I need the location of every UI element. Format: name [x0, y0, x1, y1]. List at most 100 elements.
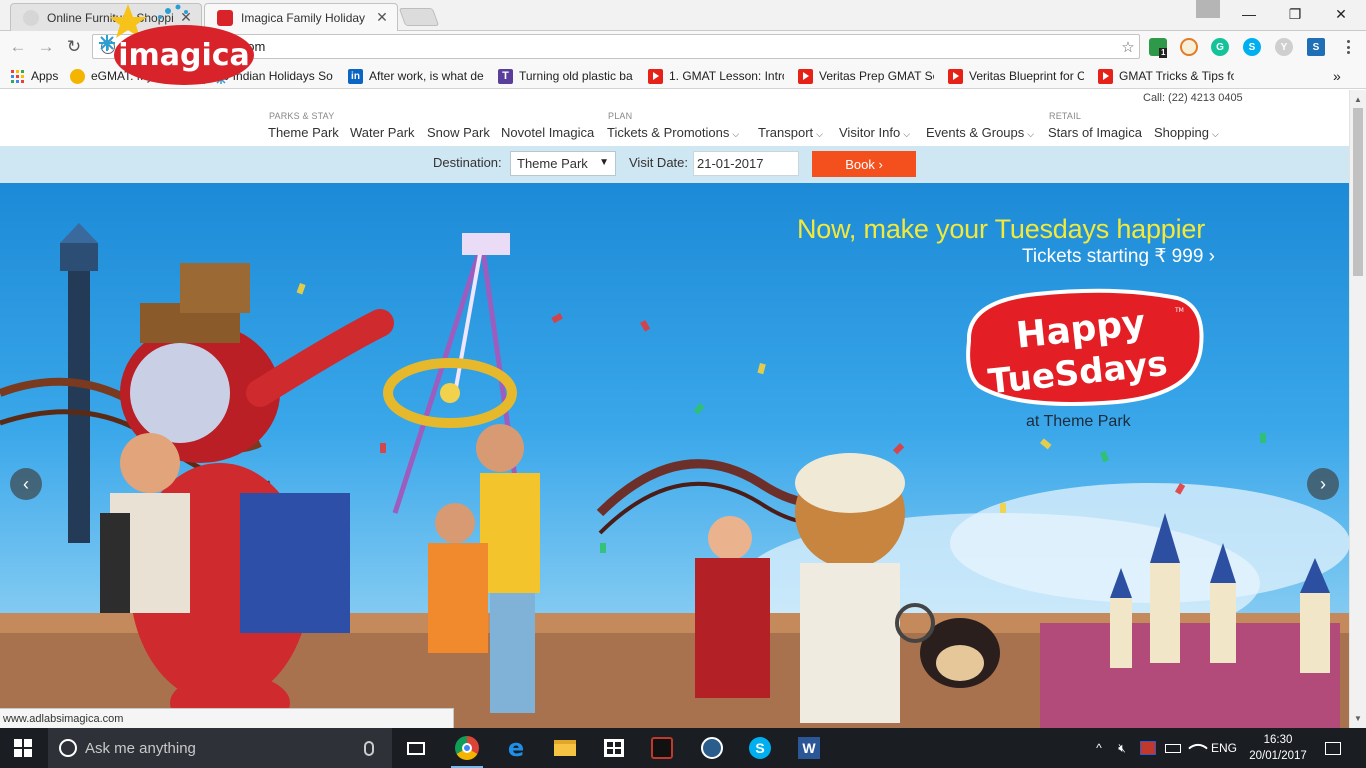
hero-location: at Theme Park — [1026, 413, 1131, 430]
minimize-icon[interactable]: — — [1226, 0, 1272, 28]
extension-leaf-icon[interactable]: 1 — [1149, 38, 1168, 58]
link-status-bubble: www.adlabsimagica.com — [0, 708, 454, 728]
egmat-icon — [70, 68, 85, 84]
bookmark-label: Apps — [31, 69, 59, 83]
apps-grid-icon — [11, 69, 24, 83]
bookmark-apps[interactable]: Apps — [11, 67, 58, 85]
edge-icon[interactable]: e — [492, 728, 540, 768]
bookmark-label: Turning old plastic ba — [519, 69, 633, 83]
nav-visitor-info[interactable]: Visitor Info ⌵ — [839, 125, 910, 140]
address-url[interactable]: www.adlabsimagica.com — [123, 39, 1117, 54]
chrome-icon[interactable] — [443, 728, 491, 768]
bookmark-gmat-tricks[interactable]: GMAT Tricks & Tips fo — [1098, 67, 1234, 85]
tickets-starting-link[interactable]: Tickets starting ₹ 999 › — [1022, 245, 1215, 268]
bookmark-label: Veritas Blueprint for C — [969, 69, 1084, 83]
carousel-prev-icon[interactable]: ‹ — [10, 468, 42, 500]
wifi-icon[interactable] — [1187, 728, 1209, 768]
nav-events-groups[interactable]: Events & Groups ⌵ — [926, 125, 1034, 140]
scroll-down-icon[interactable]: ▼ — [1350, 710, 1366, 726]
show-hidden-icons[interactable]: ^ — [1090, 728, 1108, 768]
visit-date-input[interactable]: 21-01-2017 — [693, 151, 799, 176]
nav-label: Events & Groups — [926, 125, 1025, 140]
bookmark-label: Veritas Prep GMAT Se — [819, 69, 934, 83]
nav-group-label-retail: RETAIL — [1049, 111, 1082, 121]
trademark-mark: TM — [1174, 307, 1184, 314]
user-profile-icon[interactable] — [1196, 0, 1220, 18]
chrome-menu-icon[interactable] — [1340, 38, 1356, 56]
extension-icon[interactable] — [1180, 38, 1198, 56]
grammarly-icon[interactable]: G — [1211, 38, 1229, 56]
destination-label: Destination: — [433, 155, 502, 170]
snowflake-icon — [99, 35, 115, 51]
nav-label: Visitor Info — [839, 125, 901, 140]
linkedin-icon: in — [348, 68, 363, 84]
carousel-next-icon[interactable]: › — [1307, 468, 1339, 500]
tray-app-icon[interactable] — [1137, 728, 1159, 768]
cortana-search-box[interactable]: Ask me anything — [48, 728, 392, 768]
file-explorer-icon[interactable] — [541, 728, 589, 768]
destination-select[interactable]: Theme Park ▼ — [510, 151, 616, 176]
visit-date-label: Visit Date: — [629, 155, 689, 170]
bookmark-gmat-lesson[interactable]: 1. GMAT Lesson: Intro — [648, 67, 784, 85]
nav-water-park[interactable]: Water Park — [350, 125, 415, 140]
task-view-icon[interactable] — [392, 728, 440, 768]
store-icon[interactable] — [590, 728, 638, 768]
nav-group-label-plan: PLAN — [608, 111, 633, 121]
bookmark-veritas-prep[interactable]: Veritas Prep GMAT Se — [798, 67, 934, 85]
bookmark-label: After work, is what de — [369, 69, 484, 83]
nav-label: Theme Park — [268, 125, 339, 140]
page-scrollbar[interactable]: ▲ ▼ — [1349, 90, 1366, 728]
logo-text: imagica — [118, 38, 250, 73]
extension-s-icon[interactable]: S — [1307, 38, 1325, 56]
nav-label: Novotel Imagica — [501, 125, 595, 140]
nav-shopping[interactable]: Shopping ⌵ — [1154, 125, 1219, 140]
nav-tickets-promotions[interactable]: Tickets & Promotions ⌵ — [607, 125, 739, 140]
imagica-logo[interactable]: imagica — [96, 3, 258, 89]
back-icon[interactable]: ← — [7, 36, 29, 58]
nav-novotel-imagica[interactable]: Novotel Imagica — [501, 125, 594, 140]
nav-label: Snow Park — [427, 125, 490, 140]
bookmark-after-work[interactable]: in After work, is what de — [348, 67, 484, 85]
bookmark-label: 1. GMAT Lesson: Intro — [669, 69, 784, 83]
youtube-icon — [1098, 68, 1113, 84]
close-tab-icon[interactable]: ✕ — [375, 9, 389, 26]
clock-time: 16:30 — [1263, 734, 1293, 746]
bookmarks-overflow-button[interactable]: » — [1333, 67, 1341, 85]
app-icon[interactable] — [638, 728, 686, 768]
nav-theme-park[interactable]: Theme Park — [268, 125, 339, 140]
call-number[interactable]: Call: (22) 4213 0405 — [1143, 92, 1243, 104]
nav-transport[interactable]: Transport ⌵ — [758, 125, 823, 140]
forward-icon[interactable]: → — [35, 36, 57, 58]
reload-icon[interactable]: ↻ — [63, 36, 85, 58]
skype-icon[interactable]: S — [736, 728, 784, 768]
microphone-icon[interactable] — [364, 740, 374, 756]
scrollbar-thumb[interactable] — [1353, 108, 1363, 276]
nav-snow-park[interactable]: Snow Park — [427, 125, 490, 140]
word-icon[interactable]: W — [785, 728, 833, 768]
chevron-down-icon: ⌵ — [816, 129, 823, 139]
chevron-down-icon: ⌵ — [732, 129, 740, 139]
happy-tuesdays-logo: Happy TueSdays TM — [966, 288, 1204, 406]
taskbar-clock[interactable]: 16:30 20/01/2017 — [1246, 732, 1310, 764]
close-window-icon[interactable]: ✕ — [1318, 0, 1364, 28]
book-button[interactable]: Book › — [812, 151, 916, 177]
language-indicator[interactable]: ENG — [1208, 728, 1240, 768]
hero-banner[interactable]: Now, make your Tuesdays happier Tickets … — [0, 183, 1349, 728]
restore-icon[interactable]: ❐ — [1272, 0, 1318, 28]
scroll-up-icon[interactable]: ▲ — [1350, 91, 1366, 107]
app-icon[interactable] — [688, 728, 736, 768]
battery-icon[interactable] — [1162, 728, 1184, 768]
bookmark-veritas-blueprint[interactable]: Veritas Blueprint for C — [948, 67, 1084, 85]
cortana-icon — [59, 739, 77, 757]
skype-extension-icon[interactable]: S — [1243, 38, 1261, 56]
bookmark-plastic[interactable]: T Turning old plastic ba — [498, 67, 634, 85]
notifications-icon[interactable] — [1318, 728, 1348, 768]
windows-start-icon[interactable] — [14, 739, 32, 757]
extension-y-icon[interactable]: Y — [1275, 38, 1293, 56]
volume-mute-icon[interactable]: 🔇︎ — [1111, 728, 1133, 768]
new-tab-button[interactable] — [398, 8, 440, 26]
bookmark-star-icon[interactable]: ☆ — [1117, 38, 1139, 56]
nav-label: Stars of Imagica — [1048, 125, 1142, 140]
nav-stars-of-imagica[interactable]: Stars of Imagica — [1048, 125, 1142, 140]
tab-favicon-icon — [23, 9, 39, 26]
